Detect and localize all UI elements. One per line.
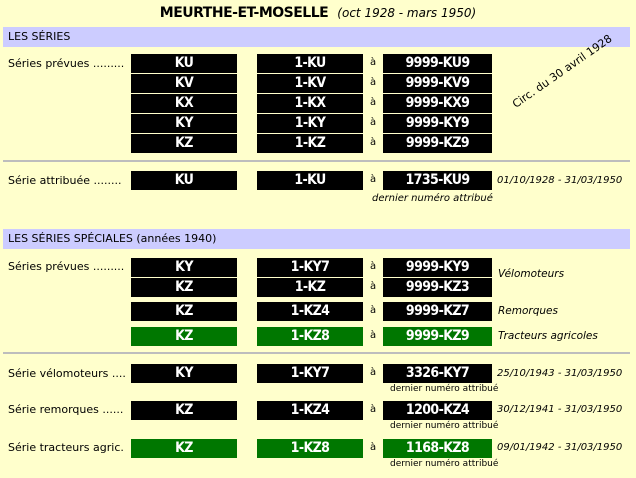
plate-series: KY [131,258,237,277]
plate-from: 1-KZ8 [257,327,363,346]
note-velomoteurs: Vélomoteurs [498,268,565,280]
plate-series: KZ [131,439,237,458]
a-separator: à [370,330,377,341]
plate-from: 1-KZ4 [257,401,363,420]
a-separator: à [370,442,377,453]
plate-from: 1-KZ4 [257,302,363,321]
divider [3,160,630,162]
a-separator: à [370,281,377,292]
plate-series: KU [131,171,237,190]
label-serie-attribuee: Série attribuée ........ [8,174,122,187]
title-main: MEURTHE-ET-MOSELLE [159,5,329,21]
plate-to: 9999-KZ9 [383,134,492,153]
label-serie-velomoteurs: Série vélomoteurs .... [8,367,126,380]
a-separator: à [370,367,377,378]
plate-from: 1-KY7 [257,258,363,277]
plate-series: KU [131,54,237,73]
a-separator: à [370,174,377,185]
plate-to: 9999-KZ7 [383,302,492,321]
a-separator: à [370,77,377,88]
a-separator: à [370,117,377,128]
plate-from: 1-KZ [257,134,363,153]
plate-series: KY [131,114,237,133]
plate-to: 9999-KY9 [383,258,492,277]
plate-to: 3326-KY7 [383,364,492,383]
section-header-series: LES SÉRIES [3,27,630,47]
date-range: 25/10/1943 - 31/03/1950 [497,368,623,379]
plate-series: KZ [131,278,237,297]
a-separator: à [370,404,377,415]
plate-to: 1735-KU9 [383,171,492,190]
page-title: MEURTHE-ET-MOSELLE (oct 1928 - mars 1950… [0,0,636,24]
plate-to: 9999-KZ9 [383,327,492,346]
plate-from: 1-KV [257,74,363,93]
title-subtitle: (oct 1928 - mars 1950) [337,6,477,20]
plate-from: 1-KY [257,114,363,133]
label-series-prevues: Séries prévues ......... [8,57,125,70]
plate-from: 1-KX [257,94,363,113]
plate-series: KZ [131,327,237,346]
a-separator: à [370,137,377,148]
note-tracteurs: Tracteurs agricoles [498,330,598,342]
plate-series: KV [131,74,237,93]
plate-to: 9999-KX9 [383,94,492,113]
plate-series: KZ [131,134,237,153]
plate-to: 9999-KU9 [383,54,492,73]
plate-series: KZ [131,302,237,321]
a-separator: à [370,305,377,316]
label-serie-remorques: Série remorques ...... [8,403,124,416]
plate-from: 1-KU [257,171,363,190]
note-remorques: Remorques [498,305,558,317]
last-number-note: dernier numéro attribué [390,384,499,394]
last-number-note: dernier numéro attribué [372,193,493,204]
plate-to: 1200-KZ4 [383,401,492,420]
plate-to: 1168-KZ8 [383,439,492,458]
label-serie-tracteurs: Série tracteurs agric. [8,441,124,454]
divider [3,352,630,354]
last-number-note: dernier numéro attribué [390,459,499,469]
label-series-prevues-special: Séries prévues ......... [8,260,125,273]
plate-to: 9999-KY9 [383,114,492,133]
date-range: 01/10/1928 - 31/03/1950 [497,175,623,186]
date-range: 09/01/1942 - 31/03/1950 [497,442,623,453]
plate-from: 1-KZ8 [257,439,363,458]
last-number-note: dernier numéro attribué [390,421,499,431]
date-range: 30/12/1941 - 31/03/1950 [497,404,623,415]
a-separator: à [370,261,377,272]
plate-series: KY [131,364,237,383]
section-header-special: LES SÉRIES SPÉCIALES (années 1940) [3,229,630,249]
plate-from: 1-KU [257,54,363,73]
plate-from: 1-KZ [257,278,363,297]
plate-to: 9999-KZ3 [383,278,492,297]
plate-to: 9999-KV9 [383,74,492,93]
plate-from: 1-KY7 [257,364,363,383]
a-separator: à [370,97,377,108]
plate-series: KX [131,94,237,113]
a-separator: à [370,57,377,68]
plate-series: KZ [131,401,237,420]
